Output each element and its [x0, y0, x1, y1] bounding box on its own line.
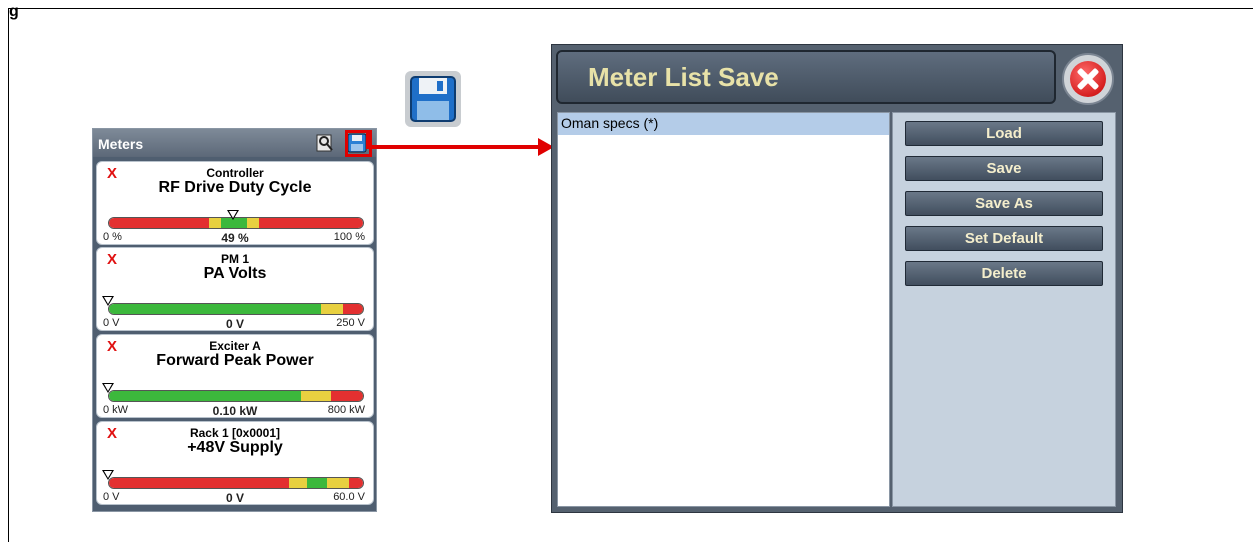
- floppy-disk-icon: [405, 71, 461, 127]
- green-zone: [307, 478, 327, 488]
- meter-marker: [102, 383, 114, 393]
- meter-list-save-dialog: Meter List Save Oman specs (*) Load Save…: [551, 44, 1123, 513]
- save-as-button[interactable]: Save As: [905, 191, 1103, 216]
- close-button[interactable]: [1062, 53, 1114, 105]
- meter-max: 800 kW: [327, 404, 365, 416]
- meters-title: Meters: [98, 136, 144, 152]
- meter-name: RF Drive Duty Cycle: [158, 179, 312, 196]
- meters-panel: Meters X Controller RF Drive Duty Cycle …: [92, 128, 377, 512]
- meter-value: 0 V: [225, 317, 244, 331]
- red-zone: [331, 391, 363, 401]
- meter-forward-peak-power: X Exciter A Forward Peak Power 0 kW 0.10…: [96, 334, 374, 418]
- meter-bar: [108, 303, 364, 315]
- button-panel: Load Save Save As Set Default Delete: [892, 112, 1116, 507]
- meter-max: 100 %: [333, 231, 365, 243]
- meters-header: Meters: [93, 129, 376, 157]
- figure-label: g: [9, 3, 19, 20]
- load-button[interactable]: Load: [905, 121, 1103, 146]
- meter-rf-drive-duty-cycle: X Controller RF Drive Duty Cycle 0 % 49 …: [96, 161, 374, 245]
- meter-value: 0 V: [225, 491, 244, 505]
- meter-bar: [108, 390, 364, 402]
- meter-device: Controller: [206, 166, 264, 180]
- set-default-button[interactable]: Set Default: [905, 226, 1103, 251]
- meter-max: 60.0 V: [333, 491, 365, 503]
- meter-marker: [227, 210, 240, 220]
- meter-device: Exciter A: [209, 339, 261, 353]
- yellow-zone: [321, 304, 343, 314]
- meter-marker: [102, 470, 114, 480]
- delete-button[interactable]: Delete: [905, 261, 1103, 286]
- meter-pa-volts: X PM 1 PA Volts 0 V 0 V 250 V: [96, 247, 374, 331]
- dialog-title: Meter List Save: [588, 62, 779, 92]
- meter-max: 250 V: [336, 317, 365, 329]
- meter-device: PM 1: [220, 252, 249, 266]
- meter-name: Forward Peak Power: [156, 352, 314, 369]
- meter-device: Rack 1 [0x0001]: [189, 426, 281, 440]
- meter-48v-supply: X Rack 1 [0x0001] +48V Supply 0 V 0 V 60…: [96, 421, 374, 505]
- meter-value: 49 %: [221, 231, 249, 245]
- meter-name: PA Volts: [203, 265, 267, 282]
- yellow-zone: [301, 391, 331, 401]
- meter-marker: [102, 296, 114, 306]
- meter-name: +48V Supply: [187, 439, 283, 456]
- dialog-title-bar: Meter List Save: [556, 50, 1056, 104]
- callout-arrow-line: [370, 145, 540, 149]
- meter-bar: [108, 477, 364, 489]
- red-zone: [343, 304, 363, 314]
- meter-list[interactable]: Oman specs (*): [557, 112, 890, 507]
- list-item[interactable]: Oman specs (*): [558, 113, 889, 135]
- search-meters-icon[interactable]: [315, 133, 335, 153]
- save-button[interactable]: Save: [905, 156, 1103, 181]
- close-icon: [1070, 61, 1106, 97]
